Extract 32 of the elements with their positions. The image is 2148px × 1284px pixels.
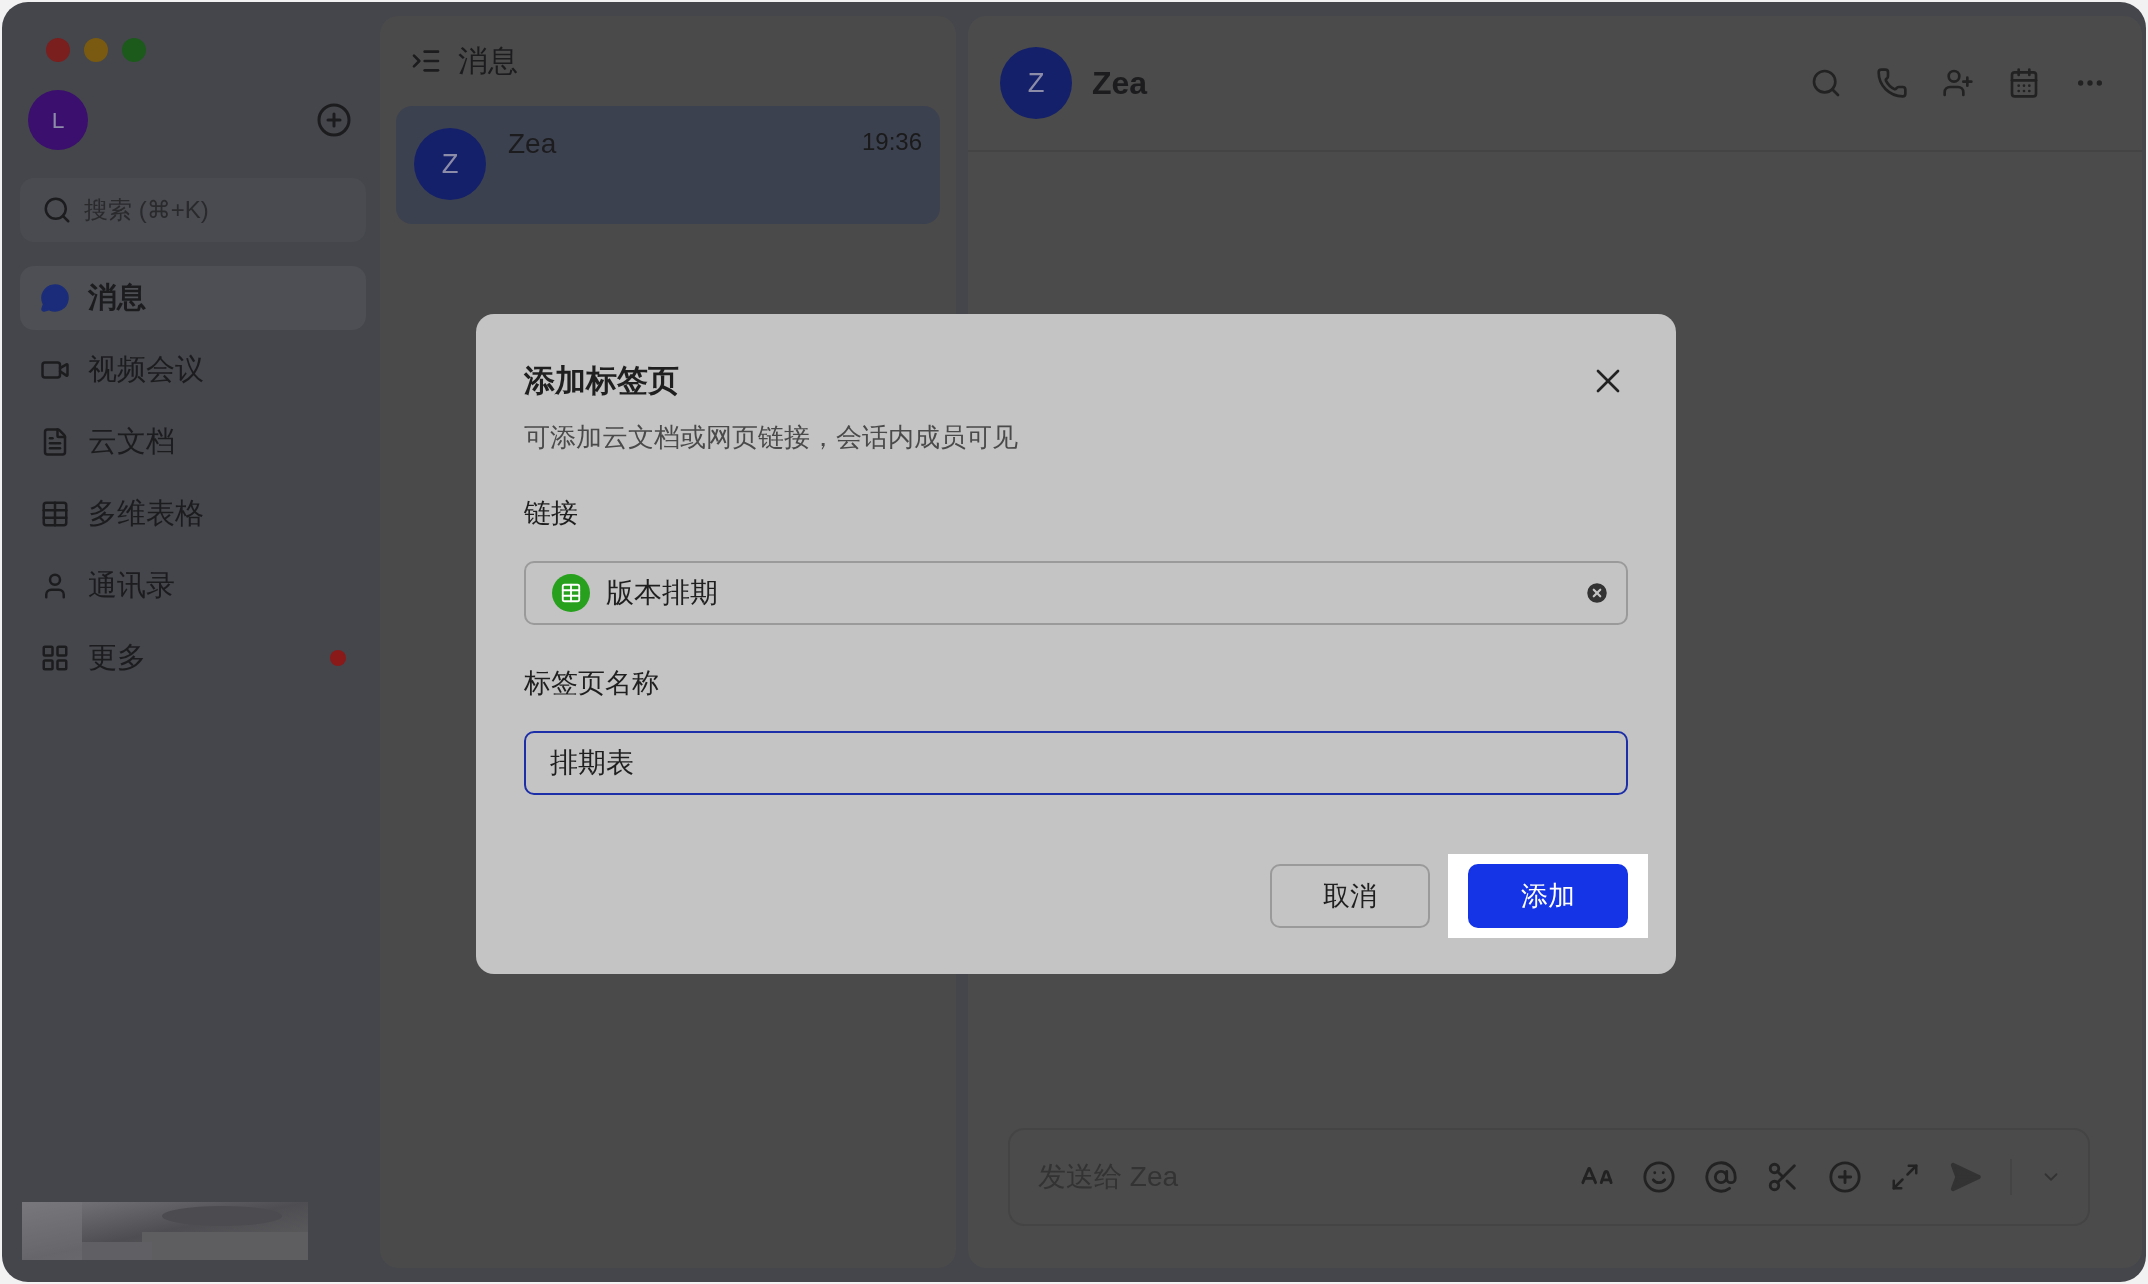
mention-icon[interactable] — [1704, 1160, 1738, 1194]
table-icon — [40, 499, 70, 529]
add-icon[interactable] — [316, 102, 352, 138]
phone-icon[interactable] — [1876, 67, 1908, 99]
field-label: 链接 — [524, 497, 579, 530]
sheet-icon — [552, 574, 590, 612]
dialog-subtitle: 可添加云文档或网页链接，会话内成员可见 — [524, 421, 1019, 454]
contact-avatar: Z — [414, 128, 486, 200]
link-field[interactable]: 版本排期 — [524, 561, 1628, 625]
tab-name-field[interactable]: 排期表 — [524, 731, 1628, 795]
add-icon[interactable] — [1828, 1160, 1862, 1194]
add-person-icon[interactable] — [1942, 67, 1974, 99]
chat-bubble-icon — [40, 283, 70, 313]
field-label: 标签页名称 — [524, 667, 660, 700]
dialog-title: 添加标签页 — [524, 362, 679, 400]
calendar-icon[interactable] — [2008, 67, 2040, 99]
cancel-button[interactable]: 取消 — [1270, 864, 1430, 928]
search-icon[interactable] — [1810, 67, 1842, 99]
tab-name-field[interactable]: 排期表 — [550, 747, 1610, 779]
window-control[interactable] — [46, 38, 70, 62]
link-field[interactable]: 版本排期 — [606, 577, 1568, 609]
grid-icon — [40, 643, 70, 673]
clear-icon[interactable] — [1584, 580, 1610, 606]
window-control[interactable] — [122, 38, 146, 62]
search-icon — [42, 195, 72, 225]
add-button[interactable]: 添加 — [1468, 864, 1628, 928]
window-control[interactable] — [84, 38, 108, 62]
send-icon[interactable] — [1948, 1160, 1982, 1194]
user-avatar[interactable]: L — [28, 90, 88, 150]
emoji-icon[interactable] — [1642, 1160, 1676, 1194]
expand-icon[interactable] — [1890, 1162, 1920, 1192]
contact-avatar: Z — [1000, 47, 1072, 119]
